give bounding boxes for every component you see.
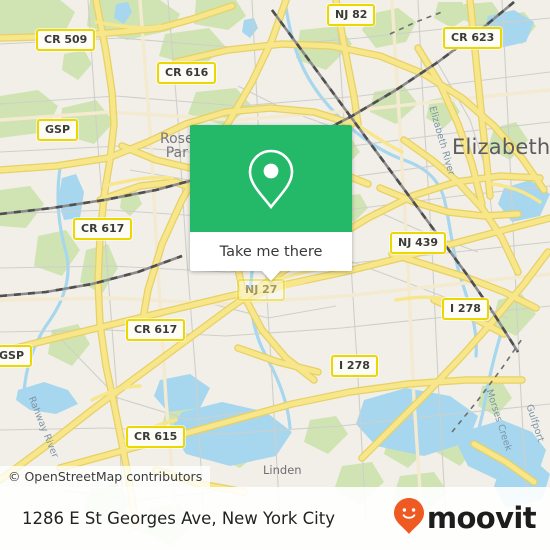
road-shield-nj-82[interactable]: NJ 82 xyxy=(327,4,376,26)
map-attribution[interactable]: © OpenStreetMap contributors xyxy=(0,466,211,488)
road-shield-nj-439[interactable]: NJ 439 xyxy=(390,232,447,254)
road-shield-i-278-upper[interactable]: I 278 xyxy=(442,298,489,320)
road-shield-cr-616[interactable]: CR 616 xyxy=(157,62,217,84)
road-shield-gsp-south[interactable]: GSP xyxy=(0,345,33,367)
popup-header xyxy=(190,125,352,232)
footer-bar: 1286 E St Georges Ave, New York City moo… xyxy=(0,487,550,550)
road-shield-cr-617-lower[interactable]: CR 617 xyxy=(126,319,186,341)
destination-popup[interactable]: Take me there xyxy=(190,125,352,281)
moovit-logo[interactable]: moovit xyxy=(393,497,537,540)
moovit-pin-smile-icon xyxy=(393,497,425,540)
address-text: 1286 E St Georges Ave, New York City xyxy=(22,509,335,528)
road-shield-cr-509[interactable]: CR 509 xyxy=(36,29,96,51)
map-screenshot: Elizabeth Rose Par Linden Elizabeth Rive… xyxy=(0,0,550,550)
road-shield-gsp-north[interactable]: GSP xyxy=(37,119,79,141)
road-shield-i-278-lower[interactable]: I 278 xyxy=(331,355,378,377)
moovit-wordmark: moovit xyxy=(426,501,537,535)
road-shield-nj-27[interactable]: NJ 27 xyxy=(237,279,286,301)
road-shield-cr-615[interactable]: CR 615 xyxy=(126,426,186,448)
map-pin-icon xyxy=(247,148,295,210)
road-shield-cr-623[interactable]: CR 623 xyxy=(443,27,503,49)
take-me-there-button[interactable]: Take me there xyxy=(190,232,352,271)
popup-pointer-tail xyxy=(261,270,281,281)
map-canvas[interactable]: Elizabeth Rose Par Linden Elizabeth Rive… xyxy=(0,0,550,550)
road-shield-cr-617-upper[interactable]: CR 617 xyxy=(73,218,133,240)
